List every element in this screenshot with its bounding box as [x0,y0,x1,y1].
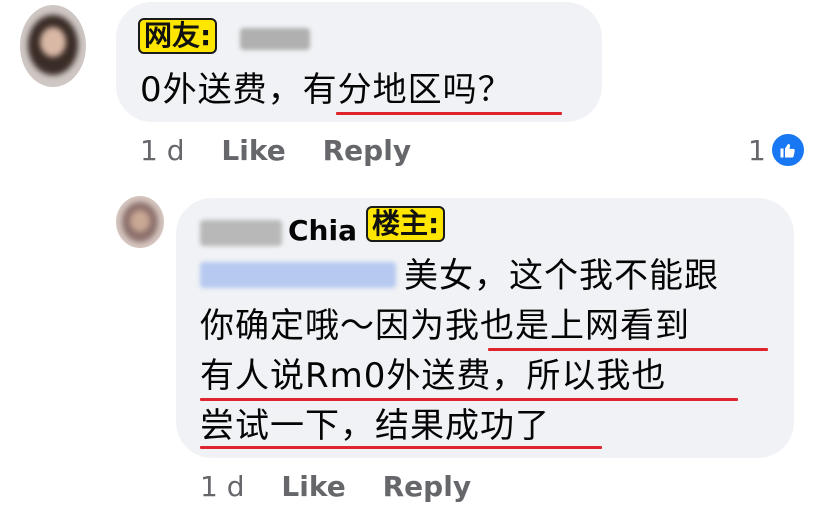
reply-line-3: 有人说Rm0外送费，所以我也 [200,356,667,396]
comment-text: 0外送费，有分地区吗？ [140,70,513,110]
like-button[interactable]: Like [281,470,345,503]
reply-time[interactable]: 1 d [200,470,245,503]
reply-line-1: 美女，这个我不能跟 [404,256,719,296]
reply-meta: 1 d Like Reply [200,470,471,503]
author-name-visible[interactable]: Chia [288,214,357,247]
mention-blurred[interactable] [200,262,396,288]
highlight-underline [488,348,768,351]
like-button[interactable]: Like [221,134,285,167]
reply-line-2: 你确定哦～因为我也是上网看到 [200,306,690,346]
author-name-blurred[interactable] [200,220,282,246]
author-avatar[interactable] [116,196,164,248]
reply-button[interactable]: Reply [383,470,471,503]
reply-button[interactable]: Reply [323,134,411,167]
reply-line-4: 尝试一下，结果成功了 [200,406,550,446]
highlight-underline [200,446,602,449]
commenter-name-blurred[interactable] [240,28,310,50]
highlight-underline [336,112,562,115]
comment-time[interactable]: 1 d [140,134,185,167]
comment-meta: 1 d Like Reply [140,134,411,167]
commenter-avatar[interactable] [20,5,86,87]
commenter-tag: 网友: [138,18,218,55]
author-tag: 楼主: [366,206,446,243]
like-thumb-icon[interactable] [770,132,806,168]
reaction-count[interactable]: 1 [748,134,766,167]
highlight-underline [200,398,738,401]
